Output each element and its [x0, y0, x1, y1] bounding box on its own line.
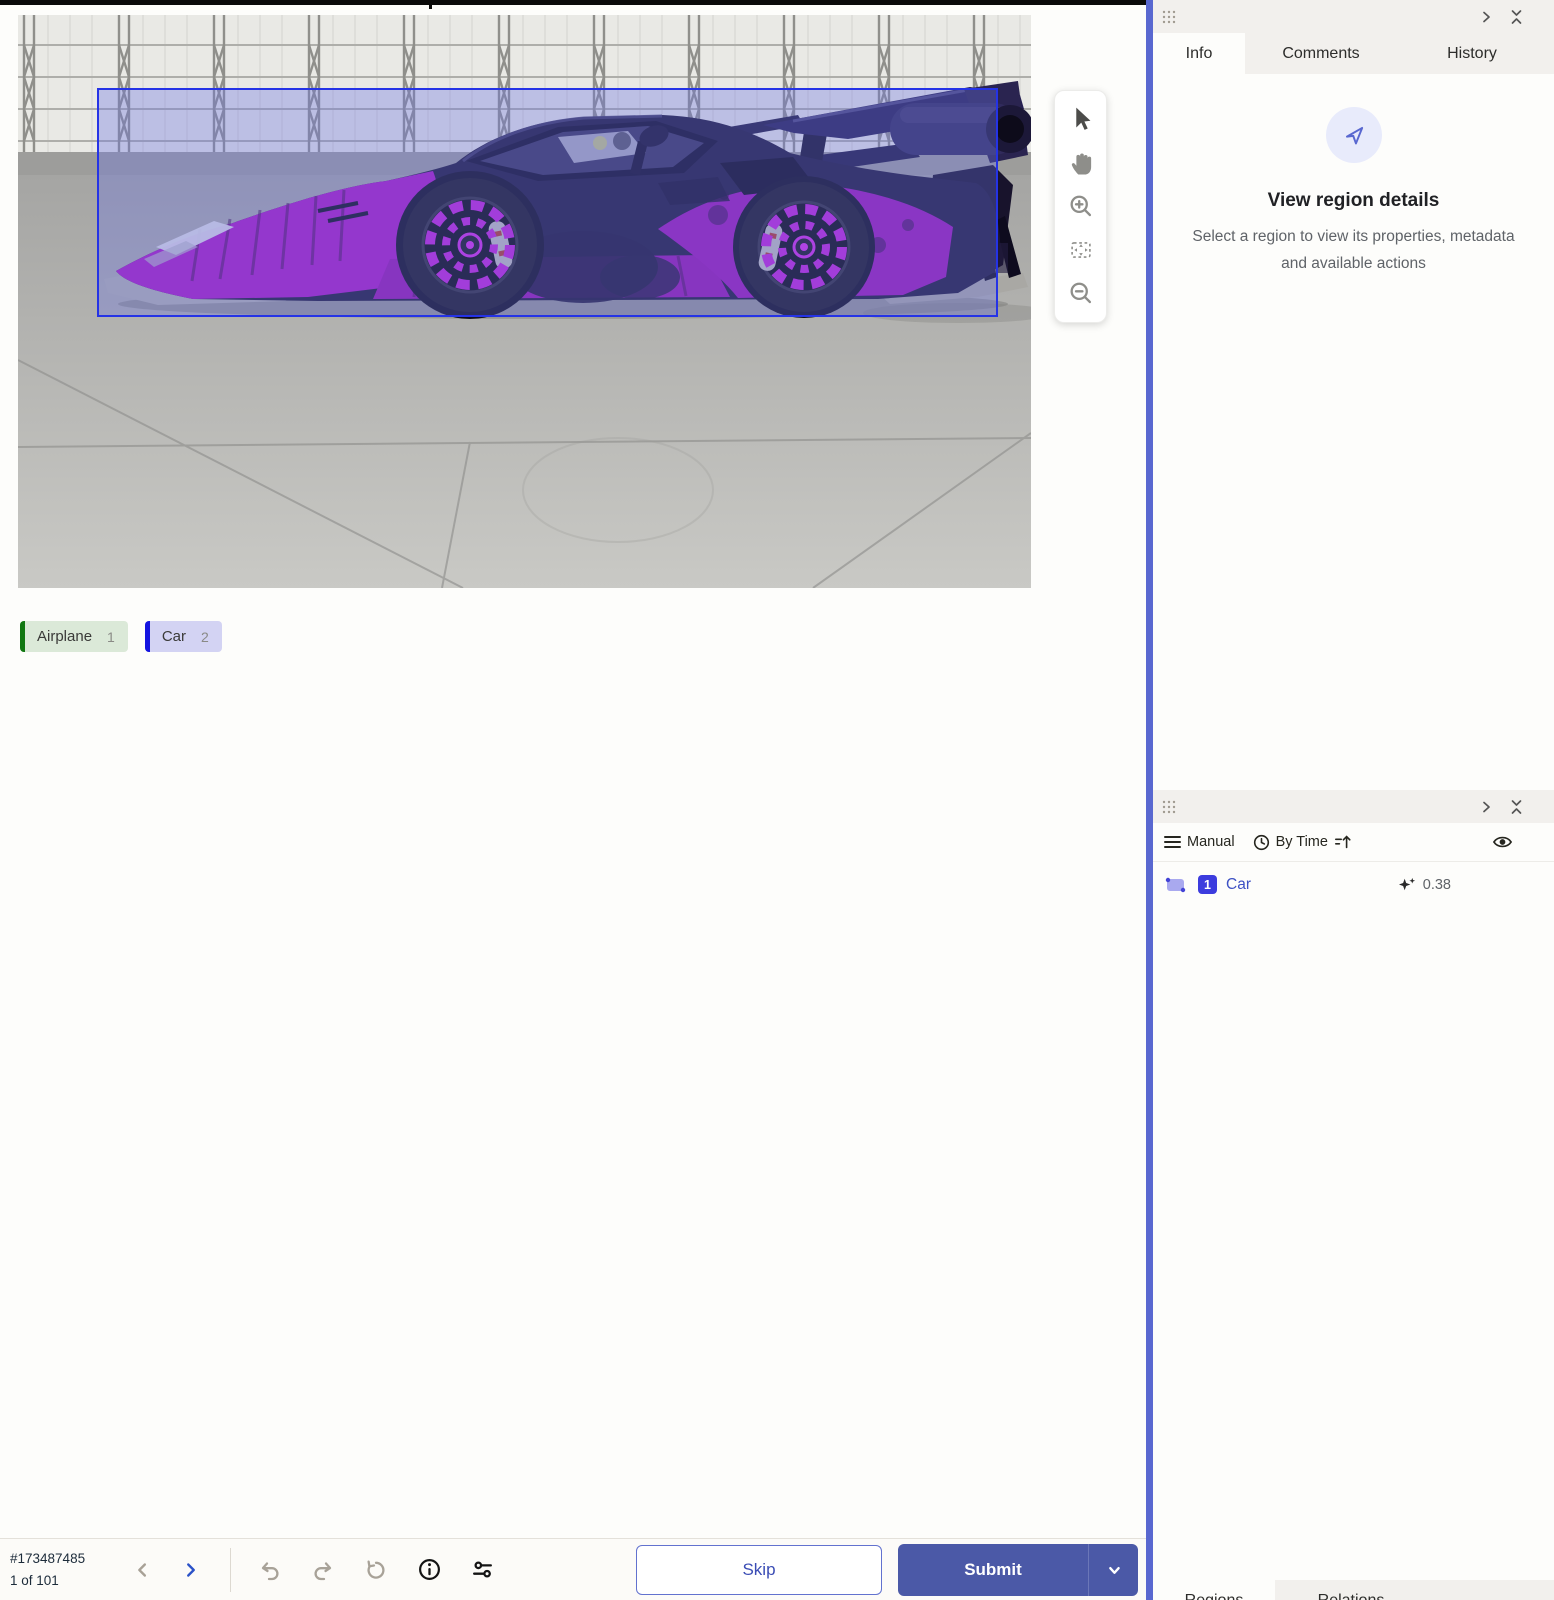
regions-panel: Regions Relations Manual By Time 1 Car 0… [1153, 790, 1554, 1600]
sort-by-button[interactable]: By Time [1253, 833, 1352, 851]
sparkles-icon [1398, 877, 1415, 891]
annotation-canvas[interactable] [18, 15, 1031, 588]
empty-state-subtitle: Select a region to view its properties, … [1192, 228, 1515, 273]
hamburger-icon [1164, 836, 1181, 848]
redo-button[interactable] [310, 1557, 336, 1583]
label-chip-airplane[interactable]: Airplane 1 [20, 621, 128, 652]
video-progress-strip [0, 0, 1146, 5]
zoom-out-tool-button[interactable] [1062, 275, 1100, 313]
reset-button[interactable] [363, 1557, 389, 1583]
region-index-badge[interactable]: 1 [1198, 875, 1217, 894]
task-meta: #173487485 1 of 101 [10, 1548, 128, 1591]
edit-icons-group [257, 1557, 495, 1583]
cursor-icon [1075, 107, 1090, 130]
collapse-vertical-icon [1511, 10, 1521, 24]
bounding-box-region-car[interactable] [97, 88, 998, 317]
next-task-button[interactable] [176, 1555, 206, 1585]
undo-icon [261, 1561, 279, 1580]
sort-ascending-icon [1334, 835, 1351, 849]
zoom-out-icon [1070, 282, 1091, 304]
zoom-in-icon [1070, 195, 1091, 216]
tab-history[interactable]: History [1397, 33, 1547, 74]
tab-regions[interactable]: Regions [1153, 1580, 1275, 1600]
label-chip-hotkey: 1 [107, 628, 115, 645]
region-label[interactable]: Car [1226, 876, 1251, 894]
region-score-group: 0.38 [1398, 875, 1451, 894]
skip-button[interactable]: Skip [636, 1544, 882, 1595]
region-list-item-car[interactable]: 1 Car 0.38 [1153, 862, 1554, 907]
submit-split-button: Submit [898, 1543, 1138, 1596]
details-panel: Info Comments History View region detail… [1153, 0, 1554, 277]
tab-comments[interactable]: Comments [1245, 33, 1397, 74]
annotation-app: Airplane 1 Car 2 #173487485 1 of 101 Ski… [0, 0, 1554, 1600]
panel-resize-divider[interactable] [1146, 0, 1153, 1600]
region-shape-icon [1165, 877, 1186, 892]
info-button[interactable] [416, 1557, 442, 1583]
label-color-bar [20, 621, 25, 652]
canvas-toolbar [1054, 90, 1107, 323]
group-by-button[interactable]: Manual [1164, 834, 1235, 850]
drag-handle-icon[interactable] [1162, 800, 1177, 814]
chevron-right-icon [1483, 11, 1490, 23]
pan-tool-button[interactable] [1062, 144, 1100, 182]
details-empty-state: View region details Select a region to v… [1153, 74, 1554, 277]
label-color-bar [144, 621, 150, 652]
reset-icon [367, 1559, 385, 1579]
tab-relations[interactable]: Relations [1275, 1580, 1427, 1600]
info-icon [418, 1559, 440, 1580]
hand-icon [1071, 153, 1091, 175]
panel-collapse-button[interactable] [1504, 795, 1528, 819]
prev-task-button[interactable] [128, 1555, 158, 1585]
redo-icon [314, 1561, 332, 1580]
undo-button[interactable] [257, 1557, 283, 1583]
task-position: 1 of 101 [10, 1572, 59, 1588]
collapse-vertical-icon [1511, 800, 1521, 814]
workspace: Airplane 1 Car 2 #173487485 1 of 101 Ski… [0, 0, 1146, 1600]
chevron-right-icon [1483, 801, 1490, 813]
regions-panel-header [1153, 790, 1554, 823]
sort-by-label: By Time [1275, 834, 1328, 850]
select-tool-button[interactable] [1062, 100, 1100, 138]
regions-tabs: Regions Relations [1153, 1580, 1554, 1600]
clock-icon [1253, 834, 1269, 850]
label-chip-car[interactable]: Car 2 [144, 621, 222, 652]
chevron-left-icon [138, 1562, 147, 1577]
video-progress-tick [429, 0, 432, 9]
panel-expand-button[interactable] [1474, 795, 1498, 819]
toolbar-divider [230, 1547, 231, 1592]
label-chips-row: Airplane 1 Car 2 [20, 621, 222, 652]
chevron-right-icon [187, 1562, 195, 1577]
panel-expand-button[interactable] [1474, 5, 1498, 29]
fit-screen-icon [1070, 242, 1091, 259]
submit-dropdown-button[interactable] [1088, 1543, 1138, 1596]
fit-screen-tool-button[interactable] [1062, 231, 1100, 269]
settings-button[interactable] [469, 1557, 495, 1583]
eye-icon [1492, 836, 1513, 848]
panel-collapse-button[interactable] [1504, 5, 1528, 29]
drag-handle-icon[interactable] [1162, 10, 1177, 24]
label-chip-hotkey: 2 [201, 628, 209, 645]
chevron-down-icon [1108, 1566, 1120, 1574]
empty-state-icon-circle [1325, 107, 1382, 163]
details-tabs: Info Comments History [1153, 33, 1554, 74]
sidebar: Info Comments History View region detail… [1153, 0, 1554, 1600]
group-by-label: Manual [1187, 834, 1235, 850]
bottom-toolbar: #173487485 1 of 101 Skip Submit [0, 1538, 1146, 1600]
toggle-visibility-button[interactable] [1492, 833, 1513, 851]
regions-toolbar: Manual By Time [1153, 823, 1554, 862]
region-score: 0.38 [1422, 876, 1451, 893]
details-panel-header [1153, 0, 1554, 33]
settings-sliders-icon [472, 1561, 492, 1578]
task-id: #173487485 [10, 1550, 86, 1566]
label-chip-text: Car [161, 628, 187, 645]
submit-button[interactable]: Submit [898, 1543, 1088, 1596]
label-chip-text: Airplane [37, 628, 93, 645]
tab-info[interactable]: Info [1153, 33, 1245, 74]
navigation-cursor-icon [1345, 126, 1363, 145]
zoom-in-tool-button[interactable] [1062, 188, 1100, 226]
empty-state-title: View region details [1267, 190, 1440, 211]
